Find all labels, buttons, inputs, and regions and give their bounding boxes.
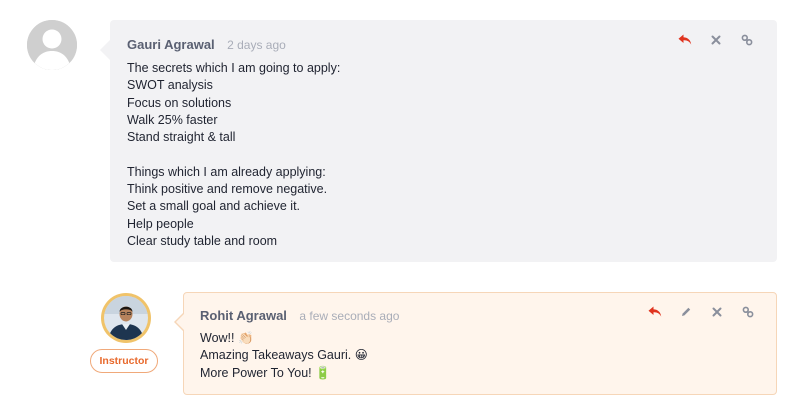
instructor-badge: Instructor <box>90 349 158 373</box>
comment-line: SWOT analysis <box>127 78 213 93</box>
comment-line: Think positive and remove negative. <box>127 182 328 197</box>
edit-icon[interactable] <box>678 304 694 320</box>
close-icon[interactable] <box>709 304 725 320</box>
comment-actions <box>647 304 756 320</box>
comment-line: Stand straight & tall <box>127 130 236 145</box>
comment-line: The secrets which I am going to apply: <box>127 61 341 75</box>
comment-line: Amazing Takeaways Gauri. 😀 <box>200 348 368 363</box>
comment-time: a few seconds ago <box>299 309 400 323</box>
comment-card-instructor: Rohit Agrawal a few seconds ago Wow!! 👏🏻… <box>174 292 777 395</box>
comment-body: The secrets which I am going to apply: S… <box>127 60 340 250</box>
comment-meta: Rohit Agrawal a few seconds ago <box>200 307 399 325</box>
close-icon[interactable] <box>708 32 724 48</box>
reply-icon[interactable] <box>677 32 693 48</box>
link-icon[interactable] <box>739 32 755 48</box>
comment-line: Set a small goal and achieve it. <box>127 199 301 214</box>
comment-meta: Gauri Agrawal 2 days ago <box>127 36 286 54</box>
comment-line: Wow!! 👏🏻 <box>200 331 254 345</box>
instructor-photo <box>104 296 148 340</box>
comment-card: Gauri Agrawal 2 days ago The secrets whi… <box>100 20 777 262</box>
comment-line: Things which I am already applying: <box>127 164 326 179</box>
comment-author[interactable]: Gauri Agrawal <box>127 37 215 52</box>
comment-body: Wow!! 👏🏻 Amazing Takeaways Gauri. 😀 More… <box>200 330 368 382</box>
comment-line: Clear study table and room <box>127 233 278 248</box>
comment-line: Focus on solutions <box>127 95 232 110</box>
comment-line: Walk 25% faster <box>127 112 218 127</box>
avatar-default <box>27 20 77 70</box>
comment-time: 2 days ago <box>227 38 286 52</box>
comment-actions <box>677 32 755 48</box>
comment-line: Help people <box>127 216 194 231</box>
comment-author[interactable]: Rohit Agrawal <box>200 308 287 323</box>
avatar <box>101 293 151 343</box>
comment-line: More Power To You! 🔋 <box>200 365 331 380</box>
user-placeholder-icon <box>27 20 77 70</box>
link-icon[interactable] <box>740 304 756 320</box>
reply-icon[interactable] <box>647 304 663 320</box>
